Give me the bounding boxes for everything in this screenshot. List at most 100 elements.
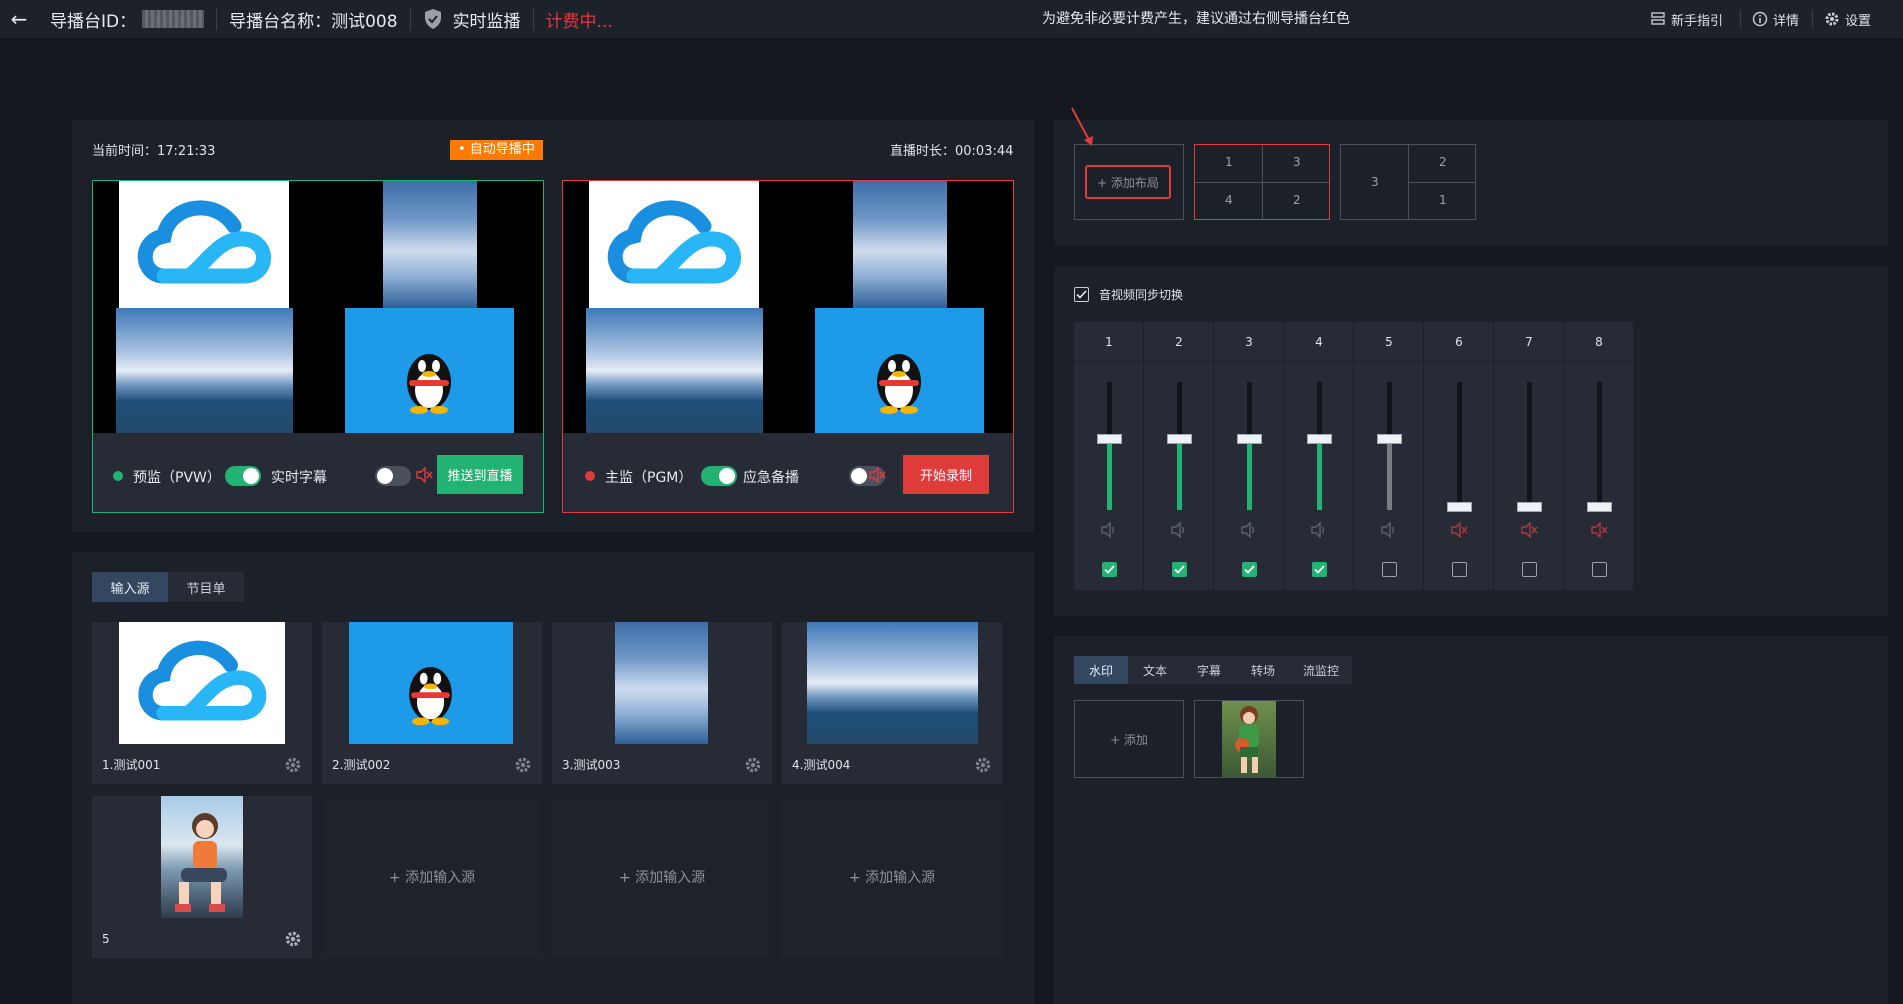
- push-live-button[interactable]: 推送到直播: [437, 455, 523, 494]
- speaker-icon[interactable]: [1099, 522, 1119, 538]
- layout-option-triple[interactable]: 3 2 1: [1340, 144, 1476, 220]
- qq-thumb: [345, 308, 514, 433]
- channel-checkbox[interactable]: [1452, 562, 1467, 577]
- layout-slot: 4: [1225, 193, 1233, 207]
- volume-slider-thumb[interactable]: [1377, 434, 1402, 444]
- monitor-button[interactable]: 实时监播: [411, 0, 533, 38]
- source-card-5[interactable]: 5: [92, 796, 312, 958]
- speaker-icon[interactable]: [1309, 522, 1329, 538]
- pvw-toggle[interactable]: [225, 466, 261, 486]
- channel-number: 8: [1564, 322, 1634, 362]
- sky-thumb: [853, 181, 947, 308]
- top-bar: ← 导播台ID： 导播台名称：测试008 实时监播 计费中... 为避免非必要计…: [0, 0, 1903, 38]
- qq-penguin-icon: [409, 666, 452, 726]
- channel-checkbox[interactable]: [1522, 562, 1537, 577]
- watermark-item[interactable]: [1194, 700, 1304, 778]
- add-source-button[interactable]: + 添加输入源: [552, 796, 772, 958]
- volume-slider-thumb[interactable]: [1097, 434, 1122, 444]
- gear-icon[interactable]: [744, 756, 762, 774]
- overlay-tab-5[interactable]: 流监控: [1290, 656, 1352, 684]
- gear-icon[interactable]: [974, 756, 992, 774]
- subtitle-toggle[interactable]: [374, 466, 411, 486]
- source-card-4[interactable]: 4.测试004: [782, 622, 1002, 784]
- volume-slider-thumb[interactable]: [1447, 502, 1472, 512]
- pvw-monitor[interactable]: 预监（PVW） 实时字幕 推送到直播: [92, 180, 544, 513]
- volume-slider-track[interactable]: [1447, 382, 1472, 512]
- current-time: 当前时间：17:21:33: [92, 144, 216, 159]
- muted-speaker-icon[interactable]: [1519, 522, 1539, 538]
- pgm-monitor[interactable]: 主监（PGM） 应急备播 开始录制: [562, 180, 1014, 513]
- arrow-annotation-icon: [1071, 107, 1093, 146]
- source-label: 3.测试003: [562, 758, 621, 772]
- tencent-cloud-thumb: [589, 181, 759, 308]
- add-source-button[interactable]: + 添加输入源: [322, 796, 542, 958]
- volume-slider-track[interactable]: [1307, 382, 1332, 510]
- speaker-icon[interactable]: [1239, 522, 1259, 538]
- backup-label: 应急备播: [743, 470, 799, 486]
- source-card-2[interactable]: 2.测试002: [322, 622, 542, 784]
- subtitle-label: 实时字幕: [271, 470, 327, 486]
- volume-slider-thumb[interactable]: [1517, 502, 1542, 512]
- guide-button[interactable]: 新手指引: [1650, 8, 1723, 30]
- channel-number: 5: [1354, 322, 1424, 362]
- muted-speaker-icon[interactable]: [1589, 522, 1609, 538]
- back-button[interactable]: ←: [0, 0, 38, 38]
- gear-icon[interactable]: [284, 930, 302, 948]
- volume-slider-track[interactable]: [1517, 382, 1542, 512]
- speaker-icon[interactable]: [1379, 522, 1399, 538]
- layout-option-quad[interactable]: 1 3 4 2: [1194, 144, 1330, 220]
- volume-slider-thumb[interactable]: [1587, 502, 1612, 512]
- guide-label: 新手指引: [1671, 13, 1724, 29]
- sync-checkbox[interactable]: [1074, 287, 1089, 302]
- muted-speaker-icon[interactable]: [1449, 522, 1469, 538]
- add-layout-button[interactable]: + 添加布局: [1085, 165, 1171, 199]
- overlay-tab-4[interactable]: 转场: [1236, 656, 1290, 684]
- qq-penguin-icon: [407, 354, 451, 414]
- volume-slider-thumb[interactable]: [1237, 434, 1262, 444]
- detail-label: 详情: [1773, 13, 1800, 29]
- mute-icon[interactable]: [415, 467, 433, 483]
- add-watermark-button[interactable]: + 添加: [1074, 700, 1184, 778]
- overlay-tab-3[interactable]: 字幕: [1182, 656, 1236, 684]
- detail-button[interactable]: 详情: [1752, 8, 1799, 30]
- toggle-knob: [850, 468, 867, 484]
- channel-checkbox[interactable]: [1382, 562, 1397, 577]
- overlay-tab-1[interactable]: 水印: [1074, 656, 1128, 684]
- check-icon: [1244, 565, 1255, 574]
- channel-number: 3: [1214, 322, 1284, 362]
- speaker-icon[interactable]: [1169, 522, 1189, 538]
- channel-checkbox[interactable]: [1592, 562, 1607, 577]
- layout-slot: 3: [1371, 175, 1379, 189]
- volume-slider-track[interactable]: [1237, 382, 1262, 510]
- channel-checkbox[interactable]: [1242, 562, 1257, 577]
- volume-slider-thumb[interactable]: [1167, 434, 1192, 444]
- check-icon: [1174, 565, 1185, 574]
- volume-slider-track[interactable]: [1167, 382, 1192, 510]
- overlay-tab-2[interactable]: 文本: [1128, 656, 1182, 684]
- tab-program-list[interactable]: 节目单: [168, 572, 244, 602]
- add-source-button[interactable]: + 添加输入源: [782, 796, 1002, 958]
- channel-checkbox[interactable]: [1102, 562, 1117, 577]
- source-card-1[interactable]: 1.测试001: [92, 622, 312, 784]
- character-image: [1235, 706, 1259, 773]
- tab-input-sources[interactable]: 输入源: [92, 572, 168, 602]
- guide-icon: [1651, 12, 1665, 25]
- gear-icon[interactable]: [514, 756, 532, 774]
- source-card-3[interactable]: 3.测试003: [552, 622, 772, 784]
- channel-checkbox[interactable]: [1312, 562, 1327, 577]
- settings-button[interactable]: 设置: [1824, 8, 1871, 30]
- volume-slider-thumb[interactable]: [1307, 434, 1332, 444]
- volume-slider-track[interactable]: [1097, 382, 1122, 510]
- gear-icon[interactable]: [284, 756, 302, 774]
- volume-slider-track[interactable]: [1587, 382, 1612, 512]
- mute-icon[interactable]: [868, 467, 886, 483]
- check-icon: [1104, 565, 1115, 574]
- sync-option[interactable]: 音视频同步切换: [1074, 286, 1183, 303]
- audio-panel: 音视频同步切换 12345678: [1054, 266, 1888, 616]
- volume-slider-track[interactable]: [1377, 382, 1402, 510]
- pgm-toggle[interactable]: [701, 466, 737, 486]
- channel-checkbox[interactable]: [1172, 562, 1187, 577]
- start-recording-button[interactable]: 开始录制: [903, 455, 989, 494]
- tencent-cloud-logo-icon: [607, 200, 741, 284]
- source-label: 4.测试004: [792, 758, 851, 772]
